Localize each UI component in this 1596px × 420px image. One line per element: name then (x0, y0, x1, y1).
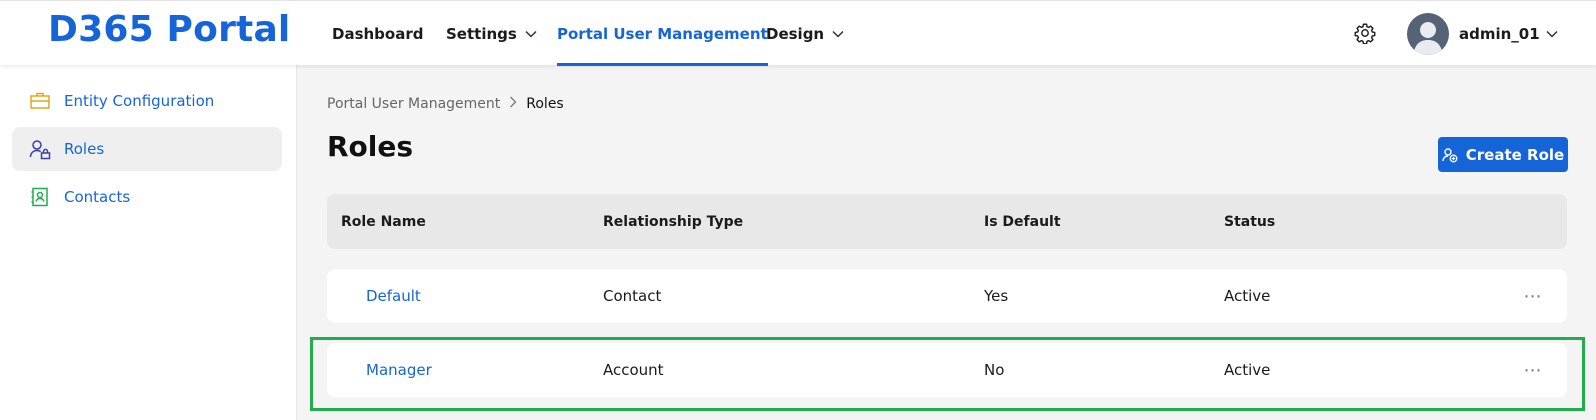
create-role-button[interactable]: Create Role (1438, 137, 1568, 172)
nav-design[interactable]: Design (766, 1, 844, 66)
sidebar-item-label: Entity Configuration (64, 92, 215, 110)
user-lock-icon (29, 140, 51, 160)
table-header: Role Name Relationship Type Is Default S… (327, 194, 1567, 249)
sidebar-item-entity-configuration[interactable]: Entity Configuration (12, 79, 282, 123)
chevron-down-icon (832, 30, 844, 38)
more-actions-icon[interactable]: ⋯ (1520, 269, 1546, 323)
nav-portal-user-management[interactable]: Portal User Management (557, 1, 768, 66)
sidebar: Entity Configuration Roles Contacts (0, 65, 297, 420)
page-title: Roles (327, 130, 414, 163)
sidebar-item-roles[interactable]: Roles (12, 127, 282, 171)
app-logo[interactable]: D365 Portal (48, 9, 290, 50)
column-header-status[interactable]: Status (1224, 194, 1275, 249)
chevron-down-icon (1546, 30, 1558, 38)
table-row[interactable]: Default Contact Yes Active ⋯ (327, 269, 1567, 323)
briefcase-icon (30, 92, 50, 109)
is-default-cell: Yes (984, 287, 1009, 305)
nav-dashboard[interactable]: Dashboard (332, 1, 423, 66)
nav-portal-user-management-label: Portal User Management (557, 24, 768, 43)
nav-design-label: Design (766, 24, 825, 43)
avatar-silhouette-icon (1413, 22, 1443, 55)
status-cell: Active (1224, 287, 1271, 305)
role-name-link[interactable]: Default (366, 269, 421, 323)
column-header-relationship-type[interactable]: Relationship Type (603, 194, 743, 249)
column-header-is-default[interactable]: Is Default (984, 194, 1061, 249)
nav-settings-label: Settings (446, 24, 517, 43)
user-menu[interactable]: admin_01 (1459, 1, 1558, 66)
username-label: admin_01 (1459, 24, 1540, 43)
chevron-right-icon (510, 96, 517, 108)
create-role-label: Create Role (1465, 145, 1565, 164)
chevron-down-icon (525, 30, 537, 38)
breadcrumb-separator (509, 96, 517, 112)
nav-settings[interactable]: Settings (446, 1, 537, 66)
gear-icon[interactable] (1354, 22, 1376, 44)
user-avatar-icon[interactable] (1407, 13, 1449, 55)
contact-card-icon (31, 187, 48, 207)
column-header-role-name[interactable]: Role Name (341, 194, 426, 249)
top-header: D365 Portal Dashboard Settings Portal Us… (0, 0, 1596, 66)
sidebar-item-label: Contacts (64, 188, 131, 206)
relationship-type-cell: Contact (603, 287, 662, 305)
nav-dashboard-label: Dashboard (332, 24, 424, 43)
row-highlight-box (310, 337, 1585, 411)
breadcrumb: Portal User Management Roles (327, 96, 564, 112)
sidebar-item-contacts[interactable]: Contacts (12, 175, 282, 219)
breadcrumb-current: Roles (526, 96, 564, 112)
add-user-icon (1442, 147, 1458, 162)
breadcrumb-parent-link[interactable]: Portal User Management (327, 96, 500, 112)
sidebar-item-label: Roles (64, 140, 105, 158)
